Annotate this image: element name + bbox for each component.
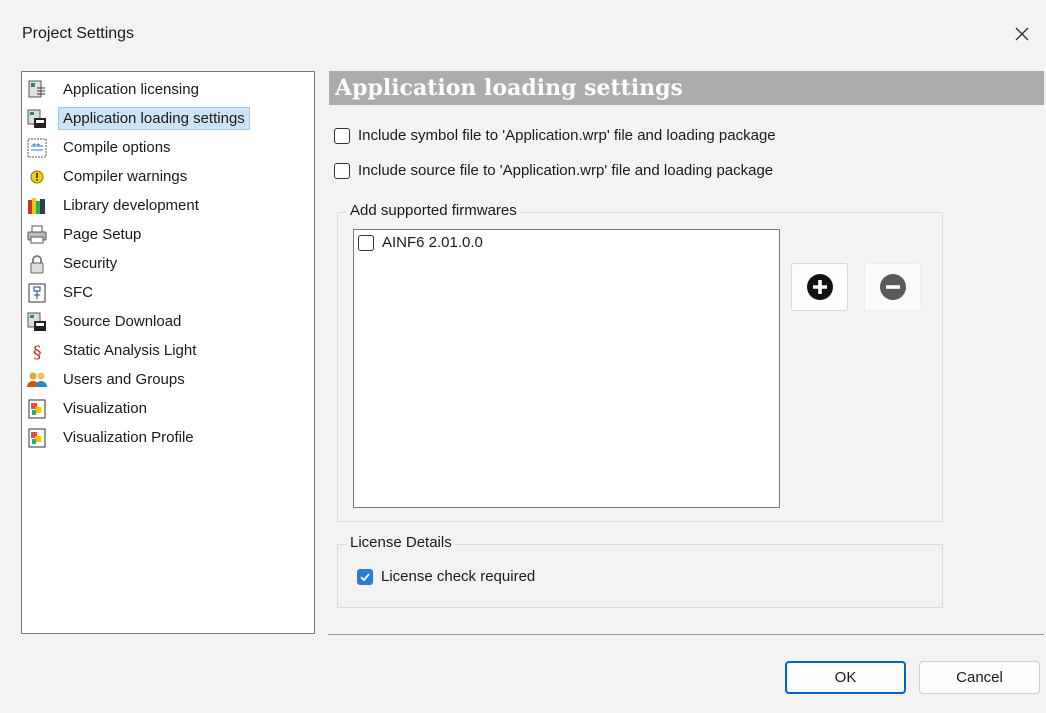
tree-item-security[interactable]: Security <box>25 250 123 277</box>
tree-item-visualization[interactable]: Visualization <box>25 395 153 422</box>
tree-item-label: Library development <box>63 197 199 214</box>
list-item[interactable]: AINF6 2.01.0.0 <box>358 234 483 251</box>
tree-item-label: Application loading settings <box>58 107 250 130</box>
include-symbol-label: Include symbol file to 'Application.wrp'… <box>358 127 776 144</box>
settings-tree[interactable]: Application licensing Application loadin… <box>21 71 315 634</box>
license-check-label: License check required <box>381 568 536 585</box>
tree-item-label: Page Setup <box>63 226 142 243</box>
checkmark-icon <box>360 572 370 581</box>
divider <box>328 634 1044 635</box>
tree-item-application-loading-settings[interactable]: Application loading settings <box>25 105 256 132</box>
tree-item-source-download[interactable]: Source Download <box>25 308 187 335</box>
cancel-button[interactable]: Cancel <box>919 661 1040 694</box>
source-download-icon <box>27 312 46 331</box>
tree-item-label: Visualization Profile <box>63 429 194 446</box>
sfc-icon <box>28 283 46 302</box>
tree-item-compiler-warnings[interactable]: Compiler warnings <box>25 163 193 190</box>
tree-item-label: Static Analysis Light <box>63 342 197 359</box>
tree-item-label: Security <box>63 255 118 272</box>
include-source-option[interactable]: Include source file to 'Application.wrp'… <box>334 162 773 179</box>
include-source-label: Include source file to 'Application.wrp'… <box>358 162 774 179</box>
tree-item-static-analysis-light[interactable]: § Static Analysis Light <box>25 337 202 364</box>
section-header: Application loading settings <box>329 71 1044 105</box>
tree-item-label: Compile options <box>63 139 171 156</box>
include-source-checkbox[interactable] <box>334 162 350 179</box>
close-button[interactable] <box>1002 16 1042 52</box>
printer-icon <box>27 225 47 243</box>
license-check-option[interactable]: License check required <box>357 568 535 585</box>
loading-settings-icon <box>27 109 46 128</box>
remove-firmware-button[interactable] <box>864 263 921 311</box>
ok-button[interactable]: OK <box>785 661 906 694</box>
tree-item-users-and-groups[interactable]: Users and Groups <box>25 366 191 393</box>
tree-item-compile-options[interactable]: ++ Compile options <box>25 134 177 161</box>
include-symbol-checkbox[interactable] <box>334 127 350 144</box>
tree-item-visualization-profile[interactable]: Visualization Profile <box>25 424 200 451</box>
paragraph-icon: § <box>33 343 42 361</box>
tree-item-label: Source Download <box>63 313 182 330</box>
license-icon <box>28 80 45 97</box>
close-icon <box>1015 27 1029 41</box>
tree-item-library-development[interactable]: Library development <box>25 192 205 219</box>
warning-icon <box>30 170 44 183</box>
firmwares-group-title: Add supported firmwares <box>347 202 520 219</box>
add-firmware-button[interactable] <box>791 263 848 311</box>
tree-item-sfc[interactable]: SFC <box>25 279 99 306</box>
svg-text:++: ++ <box>32 142 40 149</box>
svg-text:§: § <box>33 343 42 361</box>
tree-item-label: SFC <box>63 284 93 301</box>
tree-item-application-licensing[interactable]: Application licensing <box>25 76 205 103</box>
tree-item-label: Application licensing <box>63 81 199 98</box>
firmware-checkbox[interactable] <box>358 234 374 251</box>
visualization-icon <box>28 399 46 418</box>
include-symbol-option[interactable]: Include symbol file to 'Application.wrp'… <box>334 127 776 144</box>
visualization-profile-icon <box>28 428 46 447</box>
title-bar: Project Settings <box>0 0 1046 70</box>
firmware-label: AINF6 2.01.0.0 <box>382 234 483 251</box>
tree-item-page-setup[interactable]: Page Setup <box>25 221 147 248</box>
plus-circle-icon <box>806 274 833 300</box>
tree-item-label: Compiler warnings <box>63 168 188 185</box>
project-settings-dialog: Project Settings Application licensing A… <box>0 0 1046 713</box>
license-check-checkbox[interactable] <box>357 568 373 585</box>
lock-icon <box>30 254 44 273</box>
users-icon <box>27 372 47 387</box>
compile-options-icon: ++ <box>27 138 47 157</box>
tree-item-label: Users and Groups <box>63 371 185 388</box>
library-icon <box>28 197 45 214</box>
license-group-title: License Details <box>347 534 455 551</box>
dialog-title: Project Settings <box>22 25 135 42</box>
tree-item-label: Visualization <box>63 400 147 417</box>
minus-circle-icon <box>879 274 906 300</box>
firmware-list[interactable]: AINF6 2.01.0.0 <box>353 229 780 508</box>
